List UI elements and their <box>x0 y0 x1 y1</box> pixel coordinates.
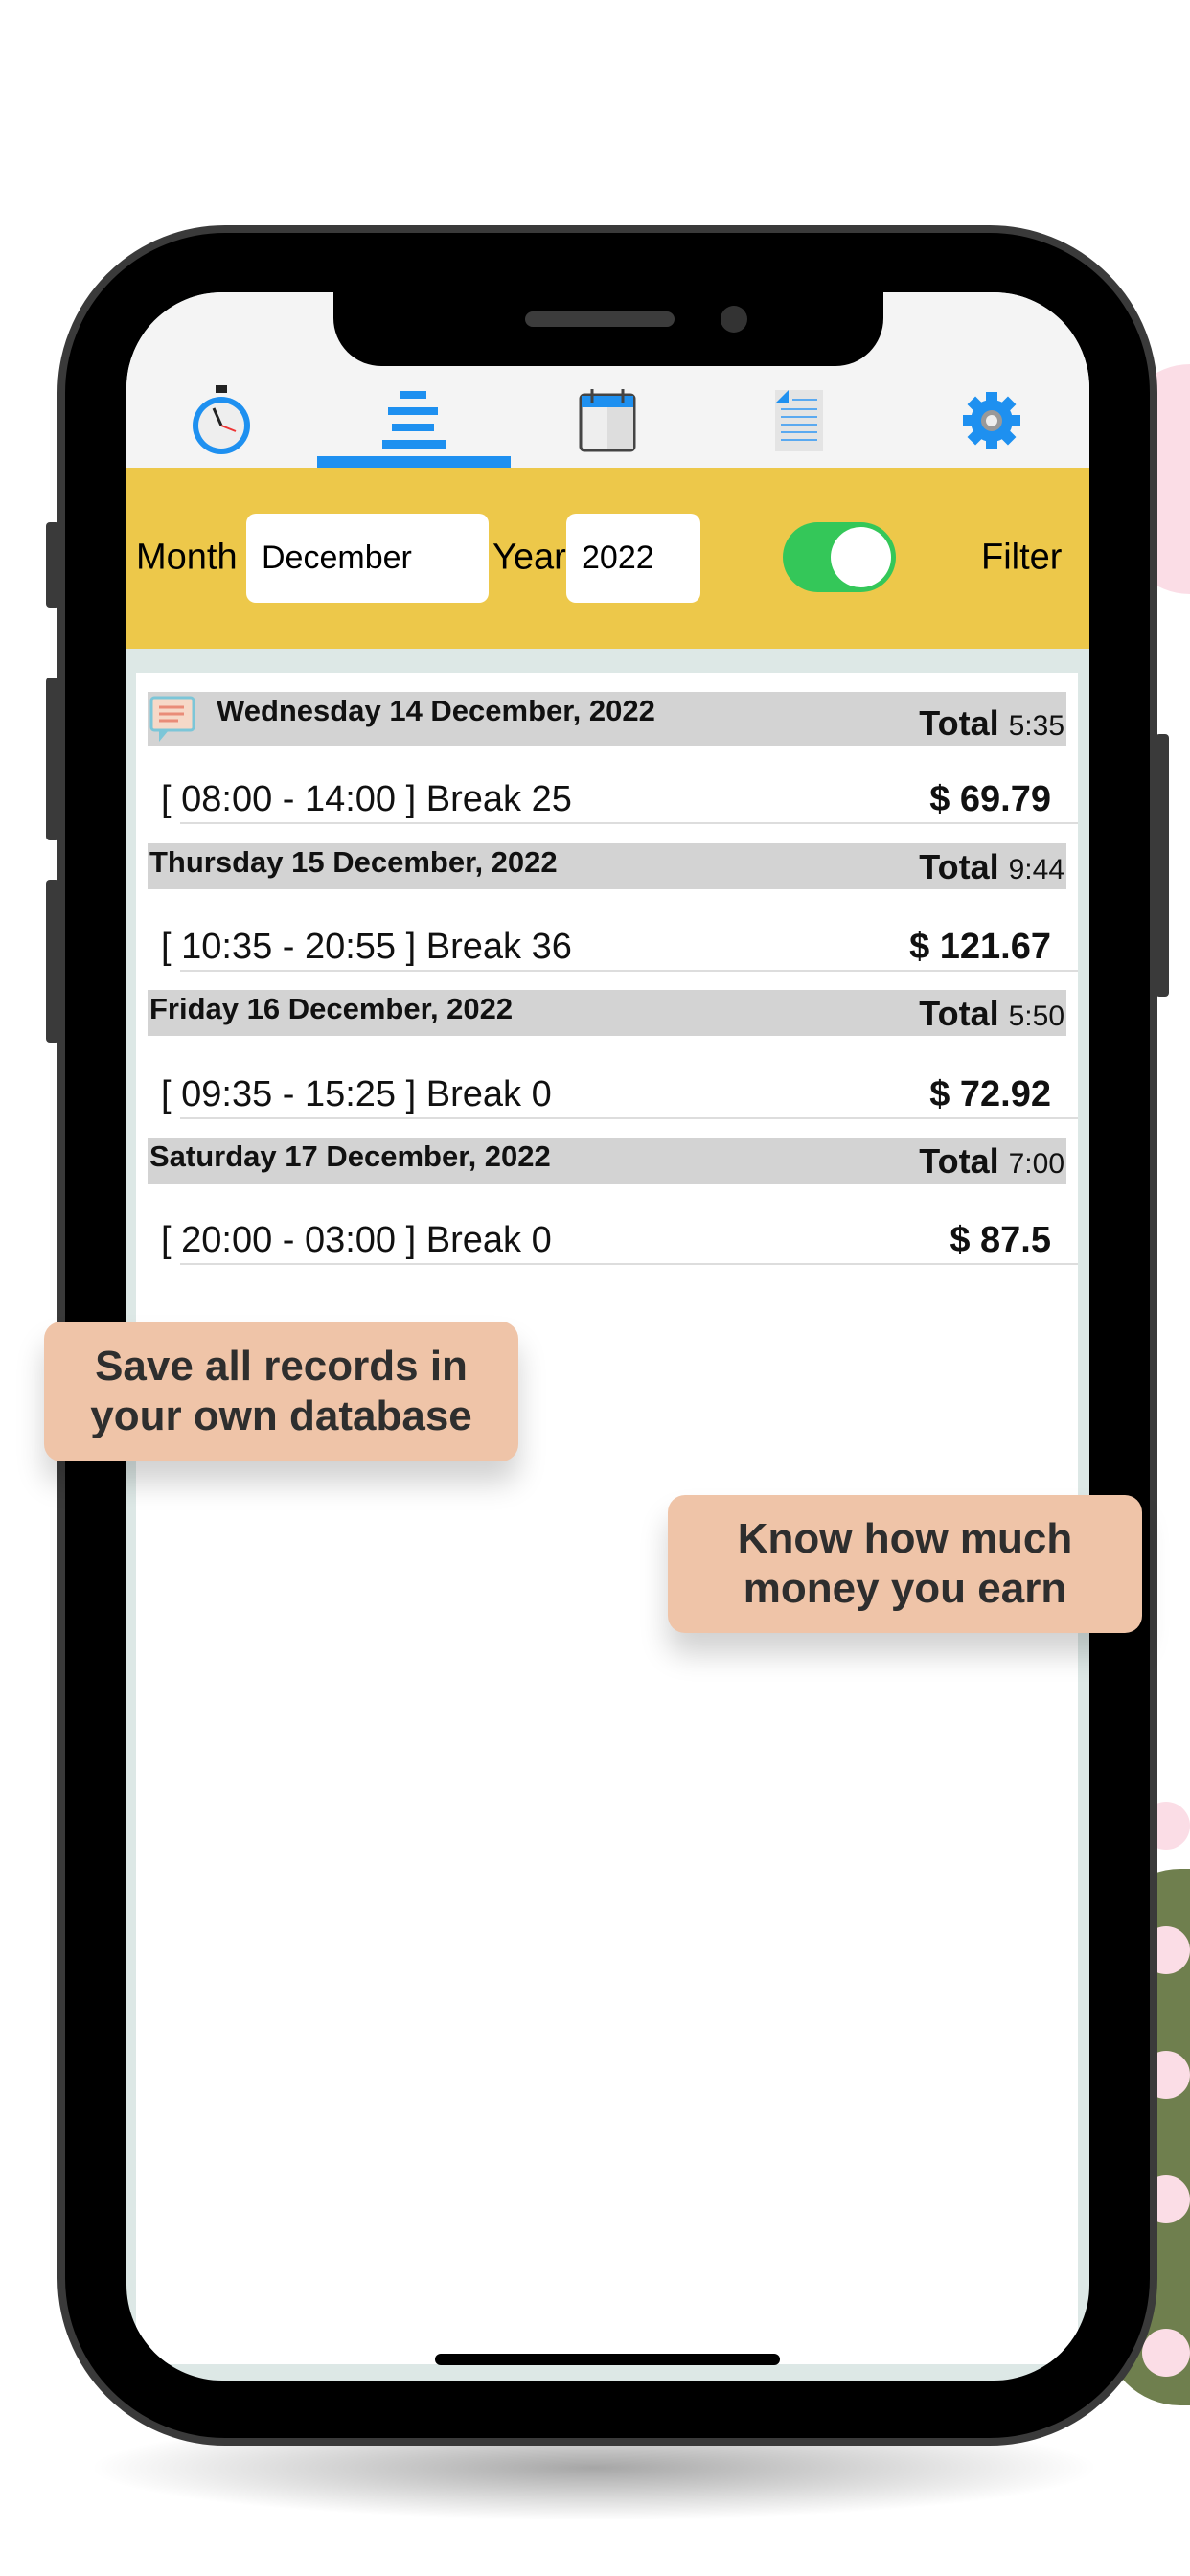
speaker <box>525 311 675 327</box>
shift-times: [ 20:00 - 03:00 ] Break 0 <box>161 1220 552 1260</box>
list-icon <box>382 391 446 449</box>
day-date: Friday 16 December, 2022 <box>149 992 514 1025</box>
day-total: Total 5:35 <box>919 703 1064 744</box>
shift-amount: $ 72.92 <box>929 1074 1051 1115</box>
filter-bar: Month December Year 2022 Filter <box>126 468 1089 649</box>
shift-times: [ 08:00 - 14:00 ] Break 25 <box>161 779 572 819</box>
document-icon <box>775 390 823 451</box>
shift-amount: $ 121.67 <box>909 927 1051 967</box>
stopwatch-icon <box>193 385 250 454</box>
gear-icon <box>963 392 1020 449</box>
total-value: 9:44 <box>1008 854 1064 886</box>
year-label: Year <box>492 537 566 578</box>
day-header[interactable]: Wednesday 14 December, 2022 Total 5:35 <box>148 692 1066 746</box>
tab-calendar[interactable] <box>512 383 703 458</box>
active-tab-indicator <box>317 456 511 468</box>
shift-row[interactable]: [ 10:35 - 20:55 ] Break 36 $ 121.67 <box>148 914 1078 972</box>
row-divider <box>180 1117 1078 1119</box>
total-label: Total <box>919 703 999 743</box>
day-total: Total 5:50 <box>919 994 1064 1034</box>
row-divider <box>180 970 1078 972</box>
shift-row[interactable]: [ 20:00 - 03:00 ] Break 0 $ 87.5 <box>148 1208 1078 1265</box>
shift-amount: $ 87.5 <box>950 1220 1051 1260</box>
total-value: 5:35 <box>1008 710 1064 742</box>
total-label: Total <box>919 994 999 1033</box>
callout-earnings: Know how much money you earn <box>668 1495 1142 1633</box>
shift-row[interactable]: [ 08:00 - 14:00 ] Break 25 $ 69.79 <box>148 767 1078 824</box>
total-value: 5:50 <box>1008 1000 1064 1032</box>
background-decoration <box>1142 2329 1190 2377</box>
filter-label: Filter <box>981 537 1063 578</box>
month-input[interactable]: December <box>246 514 489 603</box>
tab-settings[interactable] <box>896 383 1087 458</box>
day-header[interactable]: Saturday 17 December, 2022 Total 7:00 <box>148 1138 1066 1184</box>
shift-row[interactable]: [ 09:35 - 15:25 ] Break 0 $ 72.92 <box>148 1062 1078 1119</box>
row-divider <box>180 822 1078 824</box>
day-date: Thursday 15 December, 2022 <box>149 845 558 879</box>
note-icon[interactable] <box>149 696 197 744</box>
day-date: Saturday 17 December, 2022 <box>149 1139 551 1173</box>
shift-amount: $ 69.79 <box>929 779 1051 819</box>
power-button <box>1156 734 1169 997</box>
total-value: 7:00 <box>1008 1148 1064 1180</box>
row-divider <box>180 1263 1078 1265</box>
toggle-knob <box>831 527 891 587</box>
callout-save-records: Save all records in your own database <box>44 1322 518 1461</box>
home-indicator[interactable] <box>435 2354 780 2365</box>
day-header[interactable]: Friday 16 December, 2022 Total 5:50 <box>148 990 1066 1036</box>
filter-toggle[interactable] <box>783 522 896 592</box>
total-label: Total <box>919 847 999 886</box>
day-date: Wednesday 14 December, 2022 <box>217 694 655 727</box>
total-label: Total <box>919 1141 999 1181</box>
year-input[interactable]: 2022 <box>566 514 700 603</box>
day-total: Total 7:00 <box>919 1141 1064 1182</box>
day-header[interactable]: Thursday 15 December, 2022 Total 9:44 <box>148 843 1066 889</box>
calendar-icon <box>579 389 636 452</box>
front-camera <box>721 306 747 333</box>
tab-timer[interactable] <box>126 383 317 458</box>
day-total: Total 9:44 <box>919 847 1064 887</box>
tab-reports[interactable] <box>703 383 895 458</box>
shift-times: [ 10:35 - 20:55 ] Break 36 <box>161 927 572 967</box>
month-label: Month <box>136 537 238 578</box>
tab-records[interactable] <box>318 383 510 458</box>
shift-times: [ 09:35 - 15:25 ] Break 0 <box>161 1074 552 1115</box>
